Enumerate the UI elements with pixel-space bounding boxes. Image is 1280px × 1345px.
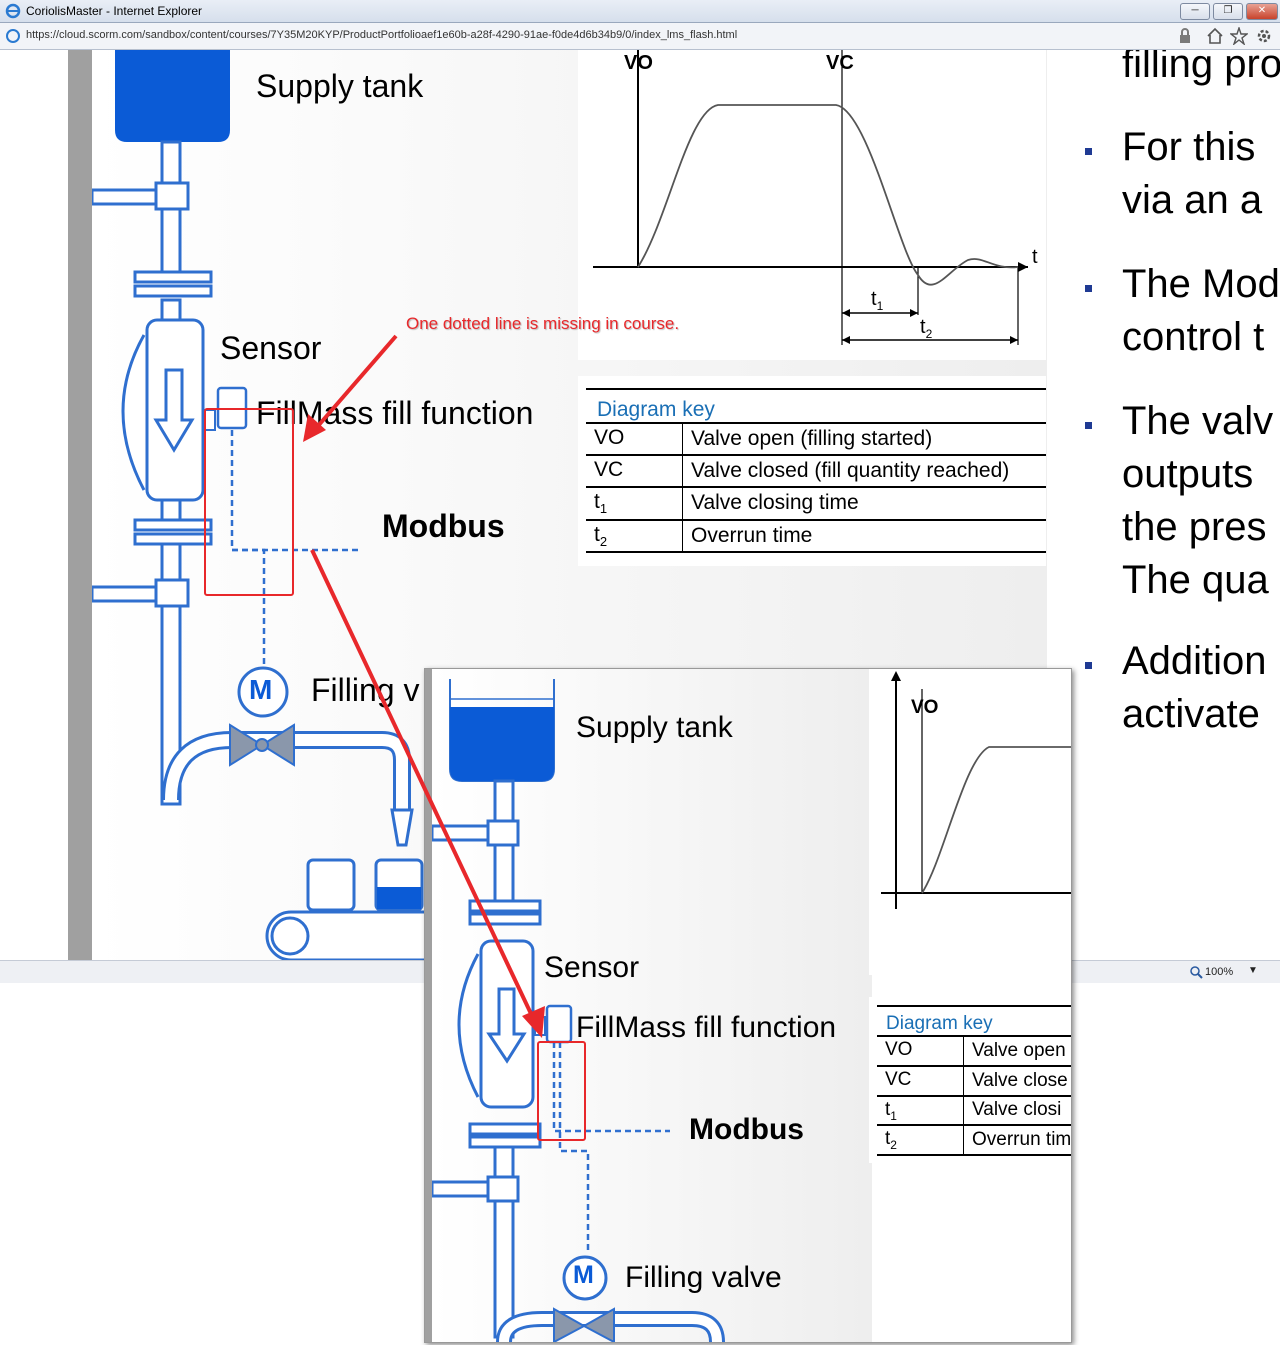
annotation-arrows bbox=[303, 334, 545, 1038]
